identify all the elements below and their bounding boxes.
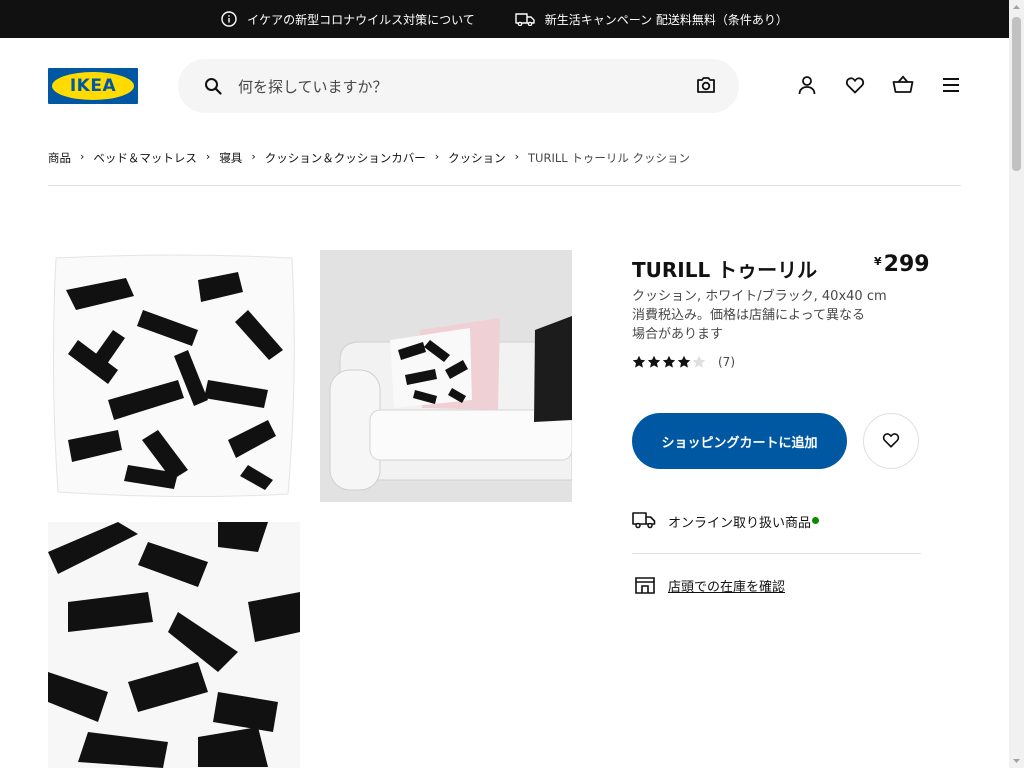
header: IKEA [0,38,1009,134]
ikea-logo[interactable]: IKEA [48,68,138,104]
heart-icon[interactable] [845,75,865,99]
store-icon [634,575,656,599]
info-icon [221,11,237,27]
star-filled-icon [677,355,691,368]
user-icon[interactable] [797,75,817,99]
product-image-detail[interactable] [48,522,300,768]
breadcrumb-item-cushions-covers[interactable]: クッション＆クッションカバー [265,150,426,166]
breadcrumb-item-current: TURILL トゥーリル クッション [528,151,690,165]
rating-stars [632,355,706,369]
store-stock-link[interactable]: 店頭での在庫を確認 [668,576,785,595]
star-filled-icon [632,355,646,368]
chevron-right-icon: › [434,150,440,163]
campaign-link[interactable]: 新生活キャンペーン 配送料無料（条件あり） [515,11,788,28]
chevron-right-icon: › [251,150,256,163]
delivery-truck-icon [632,510,656,534]
tax-note: 消費税込み。価格は店舗によって異なる場合があります [632,308,865,342]
product-image-main[interactable] [48,250,300,502]
online-availability-text: オンライン取り扱い商品 [668,516,812,531]
vertical-scrollbar[interactable] [1009,0,1024,768]
camera-icon[interactable] [696,76,716,98]
breadcrumb-item-beds[interactable]: ベッド＆マットレス [93,150,197,166]
breadcrumb-item-cushions[interactable]: クッション [448,150,506,166]
chevron-right-icon: › [514,150,520,163]
scroll-down-arrow-icon[interactable] [1009,753,1024,768]
search-input[interactable] [236,71,670,103]
search-icon[interactable] [204,77,222,99]
price-currency: ¥ [874,255,882,268]
breadcrumb: 商品 › ベッド＆マットレス › 寝具 › クッション＆クッションカバー › ク… [48,150,961,186]
logo-oval: IKEA [52,72,134,100]
covid-notice-link[interactable]: イケアの新型コロナウイルス対策について [221,11,475,28]
product-price: ¥ 299 [874,252,930,277]
online-availability: オンライン取り扱い商品 [632,510,921,554]
logo-text: IKEA [69,76,117,96]
delivery-truck-icon [515,12,535,26]
product-image-room[interactable] [320,250,572,502]
cart-icon[interactable] [892,75,914,99]
product-description: クッション, ホワイト/ブラック, 40x40 cm [632,289,887,304]
rating[interactable]: (7) [632,355,735,369]
breadcrumb-item-products[interactable]: 商品 [48,150,71,166]
review-count: (7) [718,355,735,369]
star-filled-icon [662,355,676,368]
menu-icon[interactable] [941,75,961,99]
availability-status-dot [812,517,819,524]
chevron-right-icon: › [205,150,211,163]
heart-icon [882,431,900,452]
campaign-text: 新生活キャンペーン 配送料無料（条件あり） [544,12,788,27]
scrollbar-thumb[interactable] [1012,17,1021,171]
covid-notice-text: イケアの新型コロナウイルス対策について [247,12,475,27]
add-to-favorites-button[interactable] [863,413,919,469]
chevron-right-icon: › [80,150,85,163]
star-filled-icon [647,355,661,368]
star-empty-icon [692,355,706,368]
add-to-cart-button[interactable]: ショッピングカートに追加 [632,413,847,469]
price-value: 299 [883,252,930,277]
scroll-up-arrow-icon[interactable] [1009,0,1024,15]
top-banner: イケアの新型コロナウイルス対策について 新生活キャンペーン 配送料無料（条件あり… [0,0,1009,38]
product-name: TURILL トゥーリル [632,258,818,282]
search-bar [178,59,739,113]
breadcrumb-item-bedding[interactable]: 寝具 [219,150,242,166]
